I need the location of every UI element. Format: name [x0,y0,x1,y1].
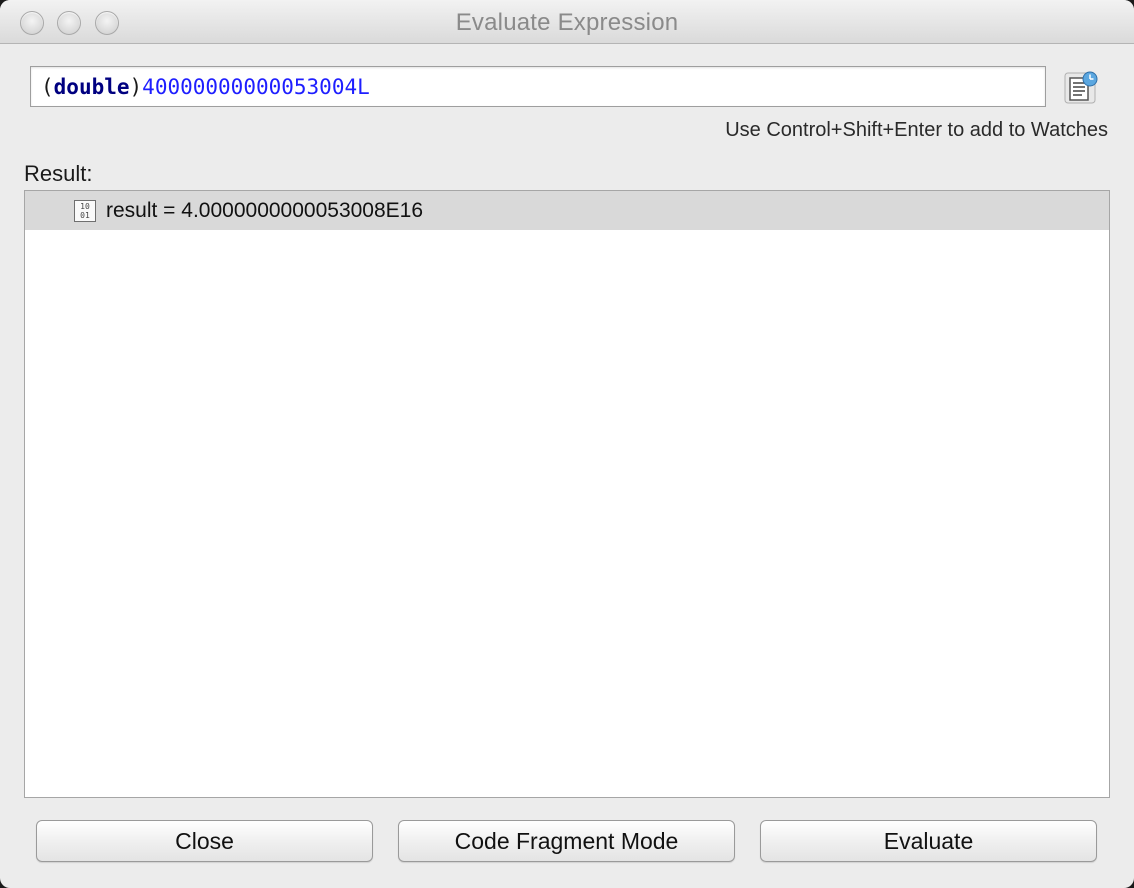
evaluate-expression-window: Evaluate Expression (double)400000000000… [0,0,1134,888]
expression-open-paren: ( [41,75,54,99]
primitive-value-icon: 10 01 [74,200,96,222]
title-bar: Evaluate Expression [0,0,1134,44]
expression-type-keyword: double [53,75,130,99]
history-dropdown-icon [1064,71,1098,104]
expression-literal: 40000000000053004L [142,75,370,99]
result-tree[interactable]: 10 01 result = 4.0000000000053008E16 [24,190,1110,798]
expression-close-paren: ) [129,75,143,99]
result-label: Result: [24,161,93,186]
evaluate-button[interactable]: Evaluate [760,820,1097,862]
window-title: Evaluate Expression [455,9,679,36]
code-fragment-mode-button[interactable]: Code Fragment Mode [398,820,735,862]
result-row[interactable]: 10 01 result = 4.0000000000053008E16 [25,191,1109,230]
expression-history-button[interactable] [1062,68,1102,106]
expression-input[interactable]: (double)40000000000053004L [30,66,1046,107]
add-to-watches-hint: Use Control+Shift+Enter to add to Watche… [725,119,1108,141]
close-button[interactable]: Close [36,820,373,862]
result-value-text: result = 4.0000000000053008E16 [106,199,424,222]
